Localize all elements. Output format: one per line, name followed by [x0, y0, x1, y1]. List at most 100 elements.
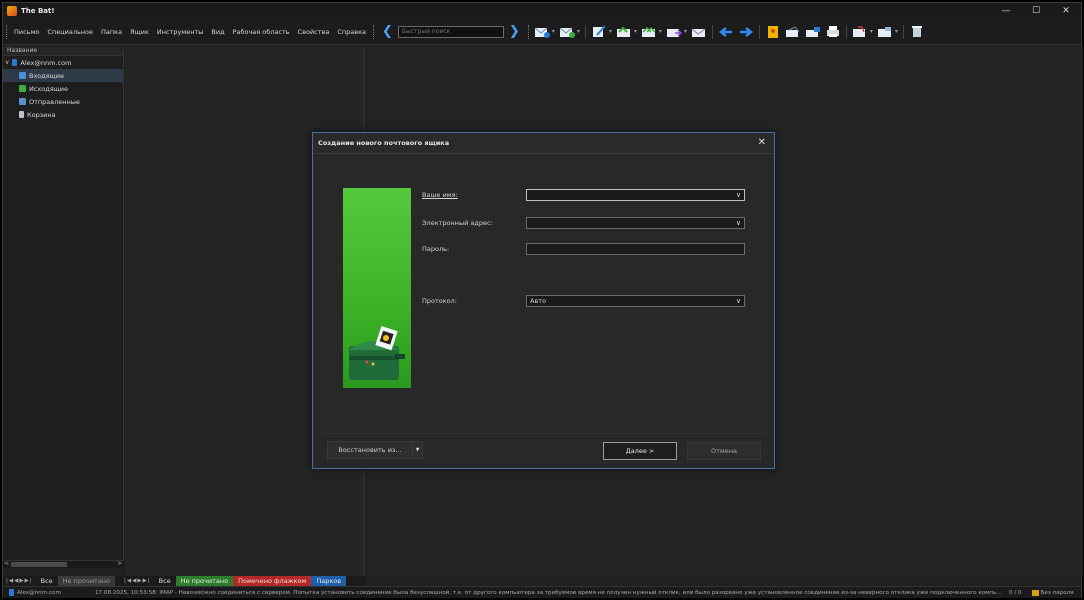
scroll-right-icon[interactable]: > — [117, 560, 122, 567]
forward-dropdown-icon[interactable]: ▾ — [684, 28, 687, 35]
title-bar: The Bat! — ☐ ✕ — [3, 3, 1081, 19]
folder-pane-header[interactable]: Название — [3, 46, 123, 56]
menu-folder[interactable]: Папка — [97, 28, 126, 36]
cancel-button[interactable]: Отмена — [687, 442, 761, 460]
address-book-icon[interactable] — [765, 25, 781, 39]
app-window: The Bat! — ☐ ✕ Письмо Специальное Папка … — [2, 2, 1083, 598]
dialog-title: Создание нового почтового ящика — [313, 133, 774, 153]
mail-ticket-icon[interactable] — [785, 25, 801, 39]
previous-message-icon[interactable] — [718, 25, 734, 39]
tab-parked[interactable]: Парков — [311, 576, 347, 586]
quick-search-input[interactable] — [397, 25, 504, 38]
scroll-left-icon[interactable]: < — [4, 560, 9, 567]
toolbar-grip[interactable] — [527, 24, 532, 39]
tab-nav-arrows-icon[interactable]: |◀◀▶▶| — [121, 578, 154, 584]
get-mail-dropdown-icon[interactable]: ▾ — [552, 28, 555, 35]
wizard-banner-image — [343, 188, 411, 388]
tab-unread[interactable]: Не прочитано — [175, 576, 234, 586]
reply-icon[interactable] — [616, 25, 632, 39]
maximize-button[interactable]: ☐ — [1021, 3, 1051, 19]
status-message: 17.08.2025, 10:53:58: IMAP - Невозможно … — [95, 589, 1002, 596]
folder-label: Входящие — [29, 71, 65, 80]
reply-dropdown-icon[interactable]: ▾ — [634, 28, 637, 35]
status-account: Alex@nnm.com — [17, 589, 61, 596]
menu-letter[interactable]: Письмо — [10, 28, 43, 36]
folder-inbox[interactable]: Входящие — [3, 69, 123, 82]
menu-tools[interactable]: Инструменты — [153, 28, 208, 36]
minimize-button[interactable]: — — [991, 3, 1021, 19]
tree-account-row[interactable]: ∨ Alex@nnm.com — [3, 56, 123, 69]
menu-workspace[interactable]: Рабочая область — [229, 28, 294, 36]
reply-all-dropdown-icon[interactable]: ▾ — [659, 28, 662, 35]
protocol-label: Протокол: — [422, 297, 458, 305]
mail-merge-icon[interactable] — [805, 25, 821, 39]
toolbar-separator — [758, 24, 760, 39]
menu-help[interactable]: Справка — [333, 28, 370, 36]
get-mail-icon[interactable] — [534, 25, 550, 39]
chevron-down-icon[interactable]: ∨ — [736, 297, 741, 305]
forward-icon[interactable] — [666, 25, 682, 39]
tab-nav-arrows-icon[interactable]: |◀◀▶▶| — [3, 578, 36, 584]
dialog-footer-divider — [323, 433, 765, 434]
menu-view[interactable]: Вид — [207, 28, 228, 36]
restore-button[interactable]: Восстановить из... — [327, 441, 413, 459]
email-label: Электронный адрес: — [422, 219, 493, 227]
scrollbar-thumb[interactable] — [11, 562, 67, 567]
status-count: 0 / 0 — [1009, 589, 1022, 596]
dialog-divider — [313, 153, 774, 154]
menu-mailbox[interactable]: Ящик — [126, 28, 153, 36]
protocol-select[interactable]: Авто ∨ — [526, 295, 745, 307]
quick-search-next-icon[interactable]: ❯ — [504, 24, 525, 39]
next-message-icon[interactable] — [738, 25, 754, 39]
spam-filter-dropdown-icon[interactable]: ▾ — [870, 28, 873, 35]
close-window-button[interactable]: ✕ — [1051, 3, 1081, 19]
tab-all[interactable]: Все — [35, 576, 58, 586]
delete-trash-icon[interactable] — [909, 25, 925, 39]
name-field[interactable]: ∨ — [526, 189, 745, 201]
toolbar-separator — [711, 24, 713, 39]
window-title: The Bat! — [21, 7, 55, 15]
menu-special[interactable]: Специальное — [43, 28, 97, 36]
outbox-icon — [19, 85, 26, 92]
move-message-dropdown-icon[interactable]: ▾ — [895, 28, 898, 35]
chevron-down-icon[interactable]: ∨ — [736, 219, 741, 227]
chevron-down-icon[interactable]: ∨ — [736, 191, 741, 199]
close-icon[interactable]: ✕ — [758, 137, 766, 148]
send-mail-dropdown-icon[interactable]: ▾ — [577, 28, 580, 35]
folder-trash[interactable]: Корзина — [3, 108, 123, 121]
new-mailbox-dialog: Создание нового почтового ящика ✕ Ваше и… — [312, 132, 775, 469]
new-message-dropdown-icon[interactable]: ▾ — [609, 28, 612, 35]
quick-search-prev-icon[interactable]: ❮ — [377, 24, 398, 39]
protocol-value: Авто — [530, 297, 547, 305]
folder-outbox[interactable]: Исходящие — [3, 82, 123, 95]
toolbar-separator — [845, 24, 847, 39]
folder-pane-scrollbar[interactable]: < > — [3, 560, 124, 568]
folder-sent[interactable]: Отправленные — [3, 95, 123, 108]
folder-pane: Название ∨ Alex@nnm.com Входящие Исходящ… — [3, 46, 124, 568]
trash-icon — [19, 111, 24, 118]
send-mail-icon[interactable] — [559, 25, 575, 39]
redirect-icon[interactable] — [691, 25, 707, 39]
password-field[interactable] — [526, 243, 745, 255]
toolbar-separator — [584, 24, 586, 39]
tab-all[interactable]: Все — [153, 576, 176, 586]
move-message-icon[interactable] — [877, 25, 893, 39]
menu-toolbar: Письмо Специальное Папка Ящик Инструмент… — [3, 19, 1081, 45]
spam-filter-icon[interactable] — [852, 25, 868, 39]
email-field[interactable]: ∨ — [526, 217, 745, 229]
restore-dropdown-icon[interactable]: ▼ — [413, 441, 423, 459]
name-label: Ваше имя: — [422, 191, 458, 199]
key-icon — [1031, 589, 1039, 596]
tab-unread[interactable]: Не прочитано — [57, 576, 116, 586]
account-icon — [12, 59, 18, 66]
status-bar: Alex@nnm.com 17.08.2025, 10:53:58: IMAP … — [3, 586, 1081, 598]
sent-icon — [19, 98, 26, 105]
new-message-icon[interactable] — [591, 25, 607, 39]
menu-properties[interactable]: Свойства — [294, 28, 334, 36]
next-button[interactable]: Далее > — [603, 442, 677, 460]
print-icon[interactable] — [825, 25, 841, 39]
chevron-down-icon[interactable]: ∨ — [5, 59, 9, 66]
folder-label: Исходящие — [29, 84, 69, 93]
tab-flagged[interactable]: Помечено флажком — [233, 576, 312, 586]
reply-all-icon[interactable] — [641, 25, 657, 39]
